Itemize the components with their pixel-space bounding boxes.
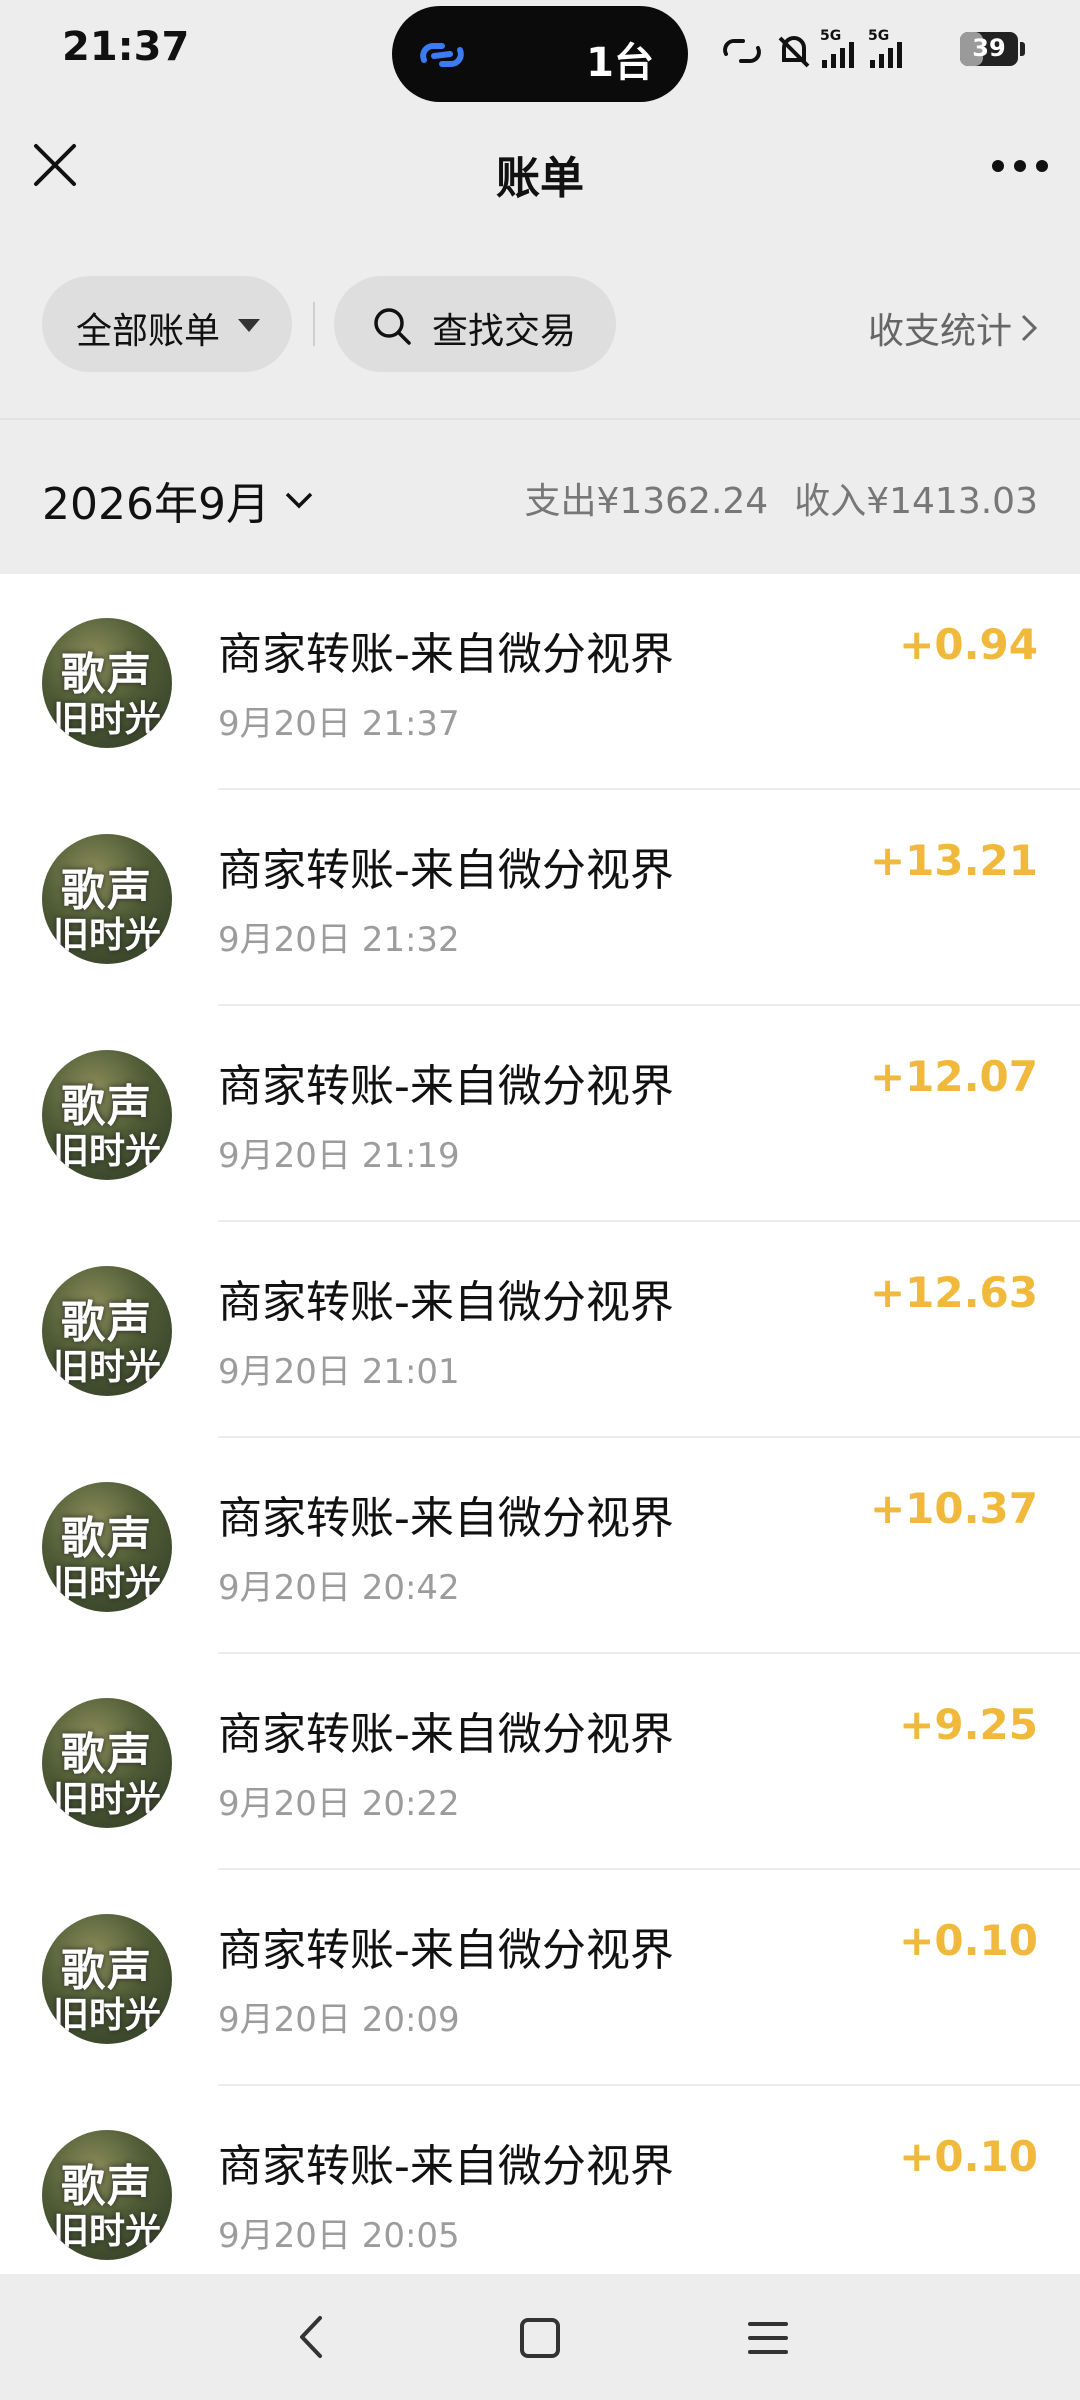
all-bills-label: 全部账单 (76, 311, 221, 352)
month-selector[interactable]: 2026年9月 (42, 468, 314, 532)
transaction-time: 9月20日 21:19 (218, 1136, 460, 1176)
battery-level: 39 (972, 34, 1006, 62)
merchant-avatar: 歌声 旧时光 (42, 1914, 172, 2044)
transaction-row[interactable]: 歌声 旧时光 商家转账-来自微分视界 9月20日 20:42 +10.37 (0, 1438, 1080, 1654)
transaction-title: 商家转账-来自微分视界 (218, 1709, 674, 1760)
dynamic-island[interactable]: 1台 (392, 6, 688, 102)
transaction-amount: +12.63 (869, 1268, 1038, 1317)
transaction-title: 商家转账-来自微分视界 (218, 1493, 674, 1544)
home-icon[interactable] (518, 2316, 562, 2360)
merchant-avatar: 歌声 旧时光 (42, 1698, 172, 1828)
search-transactions-button[interactable]: 查找交易 (334, 276, 616, 372)
more-icon[interactable] (990, 156, 1050, 176)
battery-icon: 39 (960, 32, 1018, 66)
transaction-title: 商家转账-来自微分视界 (218, 845, 674, 896)
month-summary: 支出¥1362.24 收入¥1413.03 (524, 472, 1038, 524)
transaction-amount: +13.21 (869, 836, 1038, 885)
search-label: 查找交易 (432, 311, 577, 352)
avatar-text-2: 旧时光 (52, 1130, 161, 1172)
transaction-amount: +0.94 (899, 620, 1038, 669)
transaction-row[interactable]: 歌声 旧时光 商家转账-来自微分视界 9月20日 21:01 +12.63 (0, 1222, 1080, 1438)
transaction-amount: +0.10 (899, 1916, 1038, 1965)
transaction-row[interactable]: 歌声 旧时光 商家转账-来自微分视界 9月20日 21:32 +13.21 (0, 790, 1080, 1006)
battery-cap (1020, 42, 1025, 56)
status-time: 21:37 (62, 24, 190, 70)
avatar-text-2: 旧时光 (52, 1562, 161, 1604)
merchant-avatar: 歌声 旧时光 (42, 1482, 172, 1612)
filter-row: 全部账单 查找交易 收支统计 (0, 276, 1080, 376)
transaction-time: 9月20日 21:32 (218, 920, 460, 960)
link-icon (420, 43, 464, 67)
avatar-text-2: 旧时光 (52, 914, 161, 956)
pill-text: 1台 (586, 40, 654, 86)
transaction-list: 歌声 旧时光 商家转账-来自微分视界 9月20日 21:37 +0.94 歌声 旧时光 商家转… (0, 574, 1080, 2274)
avatar-text-2: 旧时光 (52, 698, 161, 740)
search-icon (374, 308, 411, 345)
divider (313, 302, 315, 346)
transaction-time: 9月20日 21:37 (218, 704, 460, 744)
month-header: 2026年9月 支出¥1362.24 收入¥1413.03 (0, 420, 1080, 574)
merchant-avatar: 歌声 旧时光 (42, 834, 172, 964)
merchant-avatar: 歌声 旧时光 (42, 1050, 172, 1180)
transaction-time: 9月20日 20:42 (218, 1568, 460, 1608)
chevron-down-icon (285, 492, 313, 509)
chevron-right-icon (1021, 314, 1038, 342)
avatar-text-2: 旧时光 (52, 2210, 161, 2252)
month-label: 2026年9月 (42, 479, 270, 530)
transaction-amount: +10.37 (869, 1484, 1038, 1533)
income-total: 收入¥1413.03 (794, 481, 1038, 522)
transaction-row[interactable]: 歌声 旧时光 商家转账-来自微分视界 9月20日 21:37 +0.94 (0, 574, 1080, 790)
transaction-title: 商家转账-来自微分视界 (218, 2141, 674, 2192)
merchant-avatar: 歌声 旧时光 (42, 2130, 172, 2260)
system-nav-bar (0, 2274, 1080, 2400)
transaction-amount: +0.10 (899, 2132, 1038, 2181)
back-icon[interactable] (292, 2312, 332, 2362)
avatar-text-2: 旧时光 (52, 1346, 161, 1388)
status-bar: 21:37 1台 5G 5G 39 (0, 0, 1080, 110)
merchant-avatar: 歌声 旧时光 (42, 618, 172, 748)
transaction-title: 商家转账-来自微分视界 (218, 1925, 674, 1976)
mute-icon (778, 36, 810, 68)
transaction-time: 9月20日 20:05 (218, 2216, 460, 2256)
expense-total: 支出¥1362.24 (524, 481, 769, 522)
page-title: 账单 (496, 153, 584, 204)
transaction-row[interactable]: 歌声 旧时光 商家转账-来自微分视界 9月20日 21:19 +12.07 (0, 1006, 1080, 1222)
transaction-title: 商家转账-来自微分视界 (218, 629, 674, 680)
transaction-amount: +9.25 (899, 1700, 1038, 1749)
avatar-text-2: 旧时光 (52, 1778, 161, 1820)
transaction-time: 9月20日 20:09 (218, 2000, 460, 2040)
transaction-title: 商家转账-来自微分视界 (218, 1061, 674, 1112)
network-label-1: 5G (820, 28, 841, 44)
stats-label: 收支统计 (867, 311, 1012, 352)
transaction-title: 商家转账-来自微分视界 (218, 1277, 674, 1328)
transaction-time: 9月20日 20:22 (218, 1784, 460, 1824)
all-bills-filter[interactable]: 全部账单 (42, 276, 292, 372)
chain-icon (723, 38, 761, 64)
signal-icon-1: 5G (820, 28, 854, 68)
transaction-row[interactable]: 歌声 旧时光 商家转账-来自微分视界 9月20日 20:05 +0.10 (0, 2086, 1080, 2274)
menu-icon[interactable] (746, 2316, 790, 2360)
transaction-row[interactable]: 歌声 旧时光 商家转账-来自微分视界 9月20日 20:09 +0.10 (0, 1870, 1080, 2086)
caret-down-icon (238, 319, 260, 332)
nav-bar: 账单 (0, 110, 1080, 230)
income-expense-stats-link[interactable]: 收支统计 (868, 302, 1038, 354)
merchant-avatar: 歌声 旧时光 (42, 1266, 172, 1396)
signal-icon-2: 5G (868, 28, 902, 68)
network-label-2: 5G (868, 28, 889, 44)
transaction-time: 9月20日 21:01 (218, 1352, 460, 1392)
transaction-row[interactable]: 歌声 旧时光 商家转账-来自微分视界 9月20日 20:22 +9.25 (0, 1654, 1080, 1870)
transaction-amount: +12.07 (869, 1052, 1038, 1101)
avatar-text-2: 旧时光 (52, 1994, 161, 2036)
